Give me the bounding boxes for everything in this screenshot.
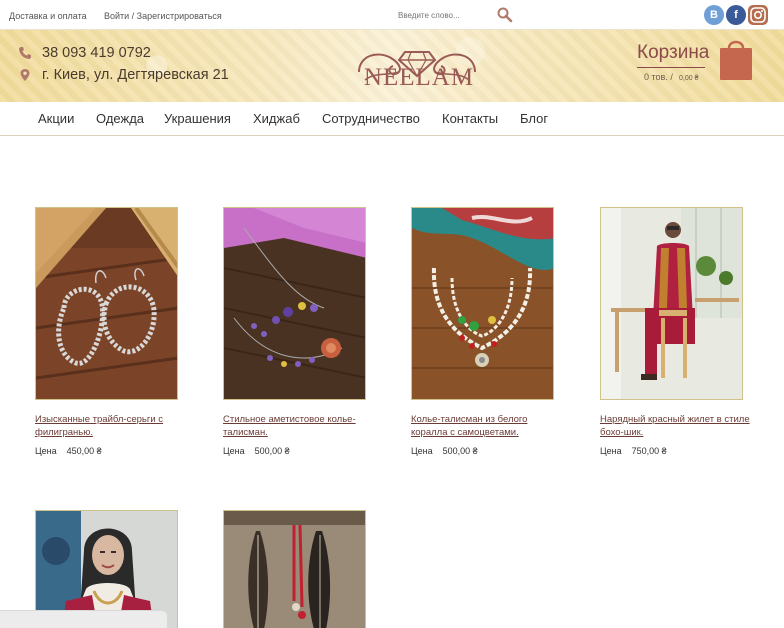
price-value: 500,00 ₴ [442,446,478,456]
main-nav: Акции Одежда Украшения Хиджаб Сотрудниче… [0,102,784,136]
header-band: 38 093 419 0792 г. Киев, ул. Дегтяревска… [0,30,784,102]
facebook-icon[interactable]: f [726,5,746,25]
instagram-icon[interactable] [748,5,768,25]
login-link[interactable]: Войти / Зарегистрироваться [104,11,222,21]
address: г. Киев, ул. Дегтяревская 21 [42,67,229,83]
vk-icon[interactable]: B [704,5,724,25]
product-image[interactable] [223,207,366,400]
shopping-bag-icon[interactable] [718,36,754,82]
phone-number[interactable]: 38 093 419 0792 [42,45,151,61]
price-label: Цена [35,446,57,456]
nav-item-jewelry[interactable]: Украшения [164,111,231,126]
logo-text[interactable]: NEELAM [362,64,476,92]
price-label: Цена [223,446,245,456]
cart-title[interactable]: Корзина [637,42,709,64]
amethyst-necklace-photo [224,208,365,399]
nav-item-cooperation[interactable]: Сотрудничество [322,111,420,126]
nav-item-contacts[interactable]: Контакты [442,111,498,126]
cart-divider [637,67,705,68]
price-label: Цена [411,446,433,456]
product-price: Цена 750,00 ₴ [600,446,667,456]
product-price: Цена 450,00 ₴ [35,446,102,456]
price-value: 450,00 ₴ [66,446,102,456]
nav-item-promotions[interactable]: Акции [38,111,74,126]
product-image[interactable] [35,207,178,400]
cart-sum: 0,00 ₴ [679,75,699,82]
product-title[interactable]: Изысканные трайбл-серьги с филигранью. [35,413,185,439]
nav-item-blog[interactable]: Блог [520,111,548,126]
price-label: Цена [600,446,622,456]
delivery-link[interactable]: Доставка и оплата [9,11,87,21]
product-image[interactable] [600,207,743,400]
nav-item-clothing[interactable]: Одежда [96,111,144,126]
product-title[interactable]: Стильное аметистовое колье-талисман. [223,413,373,439]
cart-count: 0 тов. / [644,72,673,82]
product-price: Цена 500,00 ₴ [411,446,478,456]
feather-earrings-photo [224,511,365,628]
product-image[interactable] [411,207,554,400]
product-title[interactable]: Колье-талисман из белого коралла с самоц… [411,413,561,439]
search-input[interactable] [392,5,492,25]
horizontal-scrollbar[interactable] [0,610,168,628]
nav-item-hijab[interactable]: Хиджаб [253,111,300,126]
search-box [392,5,518,25]
red-vest-photo [601,208,742,399]
product-title[interactable]: Нарядный красный жилет в стиле бохо-шик. [600,413,750,439]
phone-icon [19,47,31,59]
price-value: 750,00 ₴ [631,446,667,456]
earrings-photo [36,208,177,399]
camera-icon [750,7,766,23]
coral-necklace-photo [412,208,553,399]
search-icon [497,7,513,23]
top-bar: Доставка и оплата Войти / Зарегистрирова… [0,0,784,30]
location-pin-icon [20,69,30,81]
price-value: 500,00 ₴ [254,446,290,456]
product-price: Цена 500,00 ₴ [223,446,290,456]
product-image[interactable] [223,510,366,628]
search-button[interactable] [496,7,514,23]
